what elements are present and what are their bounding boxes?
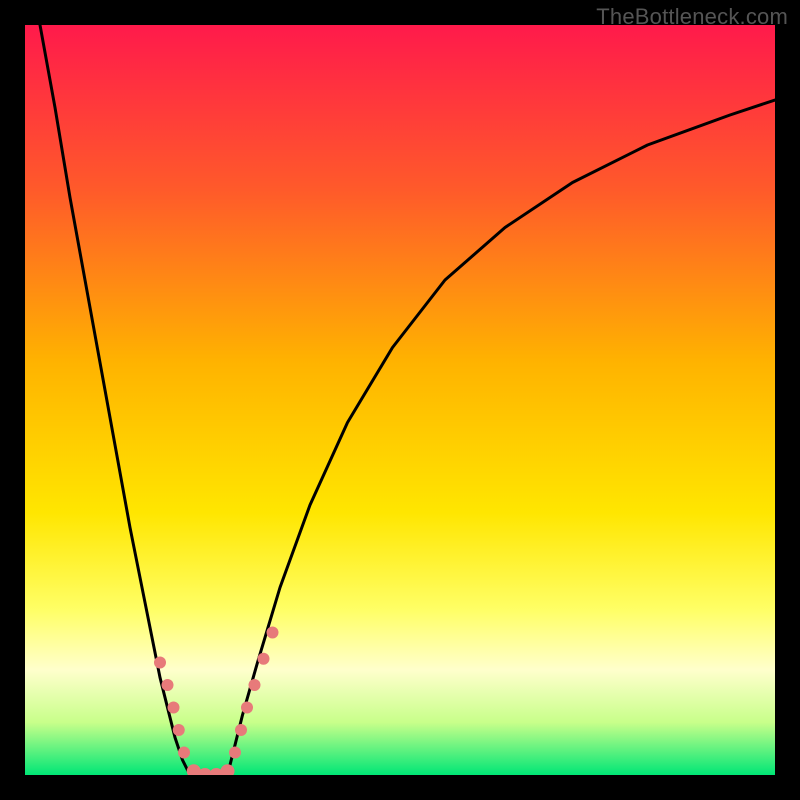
data-marker	[235, 724, 247, 736]
watermark-text: TheBottleneck.com	[596, 4, 788, 30]
plot-area	[25, 25, 775, 775]
data-marker	[258, 653, 270, 665]
data-marker	[173, 724, 185, 736]
chart-svg	[25, 25, 775, 775]
gradient-background	[25, 25, 775, 775]
data-marker	[249, 679, 261, 691]
data-marker	[168, 702, 180, 714]
data-marker	[178, 747, 190, 759]
data-marker	[241, 702, 253, 714]
outer-frame: TheBottleneck.com	[0, 0, 800, 800]
data-marker	[229, 747, 241, 759]
data-marker	[162, 679, 174, 691]
data-marker	[267, 627, 279, 639]
data-marker	[154, 657, 166, 669]
